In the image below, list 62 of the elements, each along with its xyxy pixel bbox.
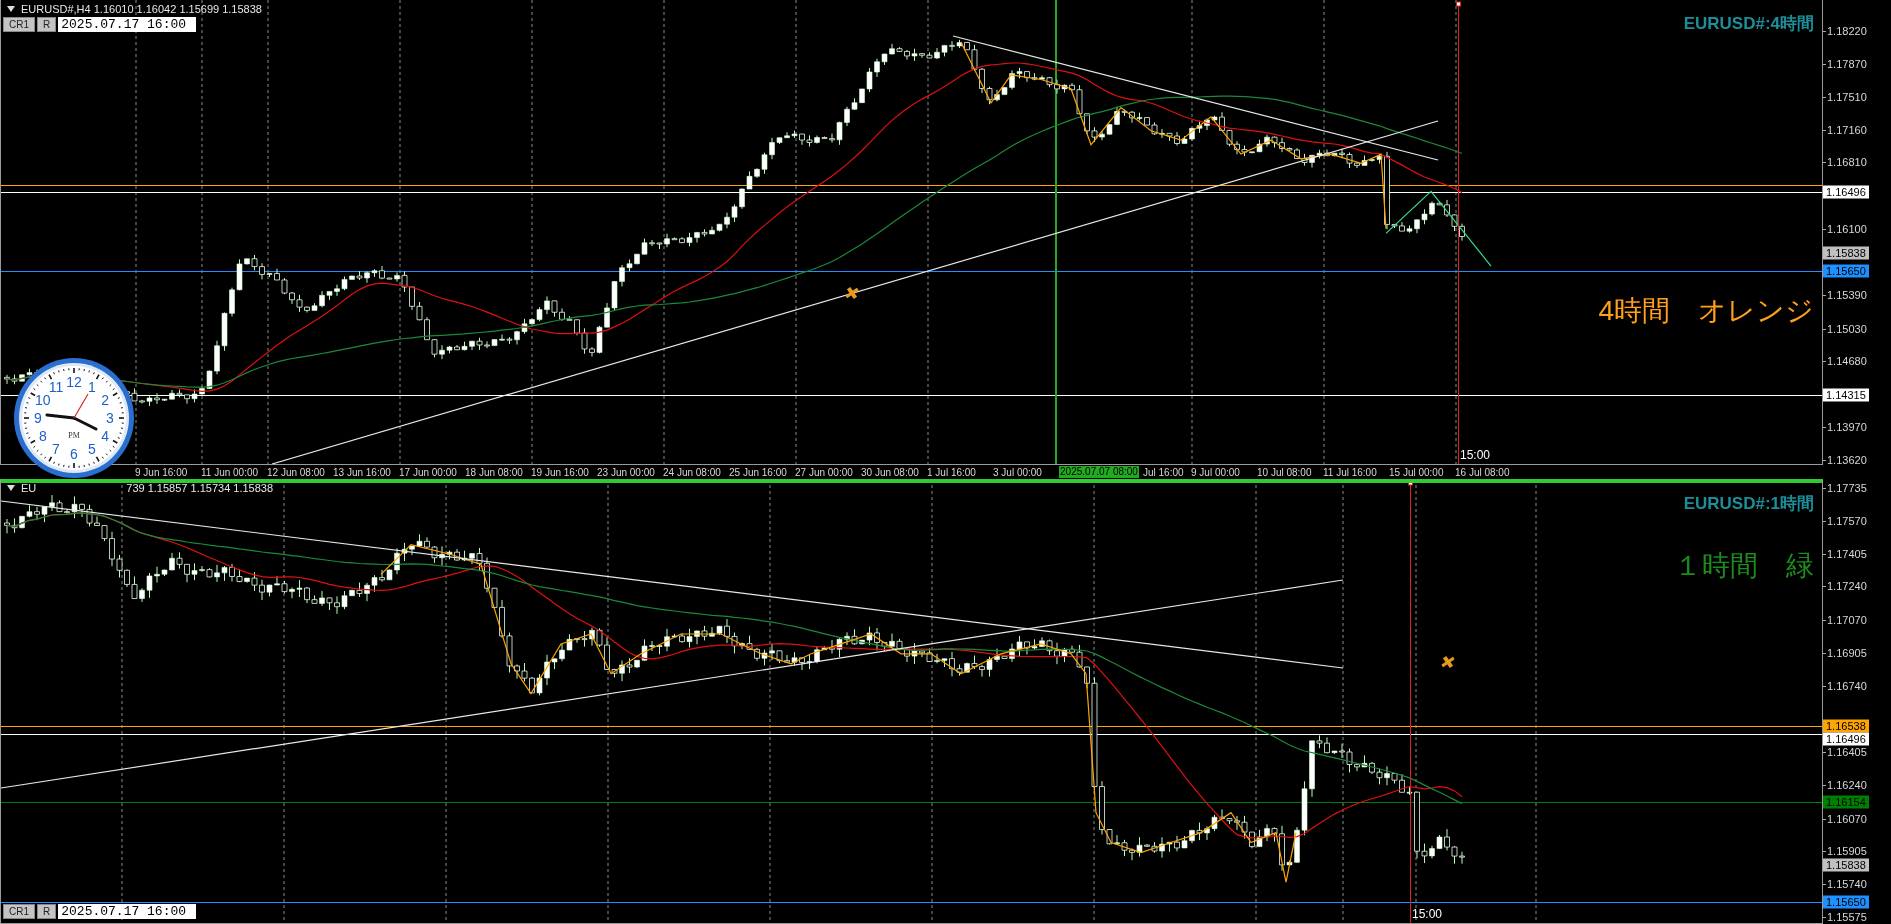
time-label: 15:00: [1460, 448, 1491, 462]
clock-numeral: 9: [34, 410, 42, 426]
symbol-info: 739 1.15857 1.15734 1.15838: [126, 482, 274, 494]
time-tick-label: 25 Jun 16:00: [729, 466, 788, 478]
clock-numeral: 11: [48, 378, 64, 395]
time-label: 15:00: [1412, 907, 1443, 921]
symbol-info: EU: [21, 482, 37, 494]
clock-period: PM: [68, 431, 80, 440]
clock-numeral: 10: [35, 392, 51, 408]
price-tag: 1.15650: [1823, 895, 1869, 909]
time-tick-label: 27 Jun 00:00: [795, 466, 854, 478]
time-tick-label: 11 Jun 00:00: [201, 466, 260, 478]
time-tick-label: 30 Jun 08:00: [861, 466, 920, 478]
symbol-info: EURUSD#,H4 1.16010 1.16042 1.15699 1.15838: [21, 3, 262, 15]
toolbar-button[interactable]: R: [37, 17, 57, 32]
clock-numeral: 3: [106, 410, 114, 426]
date-field[interactable]: 2025.07.17 16:00: [58, 904, 197, 919]
price-tag: 1.16154: [1823, 795, 1869, 809]
chart-caption: 4時間 オレンジ: [1598, 294, 1814, 328]
time-tick-label: 13 Jun 16:00: [333, 466, 392, 478]
dropdown-icon[interactable]: [7, 485, 15, 491]
clock-numeral: 5: [88, 441, 96, 458]
time-tick-label: 10 Jul 08:00: [1257, 466, 1313, 478]
price-tag: 1.16496: [1823, 732, 1869, 746]
tool-icon[interactable]: [845, 286, 859, 300]
time-tick-label: 18 Jun 08:00: [465, 466, 524, 478]
time-tick-label: 16 Jul 08:00: [1455, 466, 1511, 478]
price-tag: 1.15838: [1823, 858, 1869, 872]
time-tick-label: 9 Jul 00:00: [1191, 466, 1241, 478]
time-tick-label: 3 Jul 00:00: [993, 466, 1043, 478]
time-tick-label: 11 Jul 16:00: [1323, 466, 1378, 478]
date-field[interactable]: 2025.07.17 16:00: [58, 17, 197, 32]
dropdown-icon[interactable]: [7, 6, 15, 12]
time-tick-label: 24 Jun 08:00: [663, 466, 722, 478]
time-tick-label: 9 Jun 16:00: [135, 466, 189, 478]
price-tag: 1.15650: [1823, 264, 1869, 278]
cursor-time-label: 2025.07.07 08:00: [1059, 466, 1139, 478]
time-tick-label: 15 Jul 00:00: [1389, 466, 1445, 478]
chart-title: EURUSD#:1時間: [1683, 493, 1814, 515]
price-tag: 1.16538: [1823, 719, 1869, 733]
time-tick-label: 17 Jun 00:00: [399, 466, 458, 478]
chart-title: EURUSD#:4時間: [1683, 13, 1814, 35]
clock-numeral: 1: [88, 378, 96, 395]
toolbar-button[interactable]: R: [37, 904, 57, 919]
chart-caption: １時間 緑: [1674, 549, 1814, 583]
time-tick-label: 23 Jun 00:00: [597, 466, 656, 478]
clock-numeral: 12: [66, 374, 82, 390]
time-tick-label: 1 Jul 16:00: [927, 466, 977, 478]
clock-numeral: 2: [101, 392, 110, 408]
time-tick-label: 12 Jun 08:00: [267, 466, 326, 478]
toolbar-button[interactable]: CR1: [3, 17, 35, 32]
clock-numeral: 7: [52, 441, 60, 458]
time-tick-label: Jul 16:00: [1142, 466, 1185, 478]
clock-numeral: 8: [38, 428, 47, 444]
tool-icon[interactable]: [1441, 655, 1455, 669]
time-tick-label: 19 Jun 16:00: [531, 466, 590, 478]
toolbar-button[interactable]: CR1: [3, 904, 35, 919]
price-tag: 1.14315: [1823, 388, 1869, 402]
price-tag: 1.16496: [1823, 185, 1869, 199]
clock-numeral: 6: [70, 446, 78, 462]
clock-numeral: 4: [101, 428, 110, 444]
price-tag: 1.15838: [1823, 246, 1869, 260]
